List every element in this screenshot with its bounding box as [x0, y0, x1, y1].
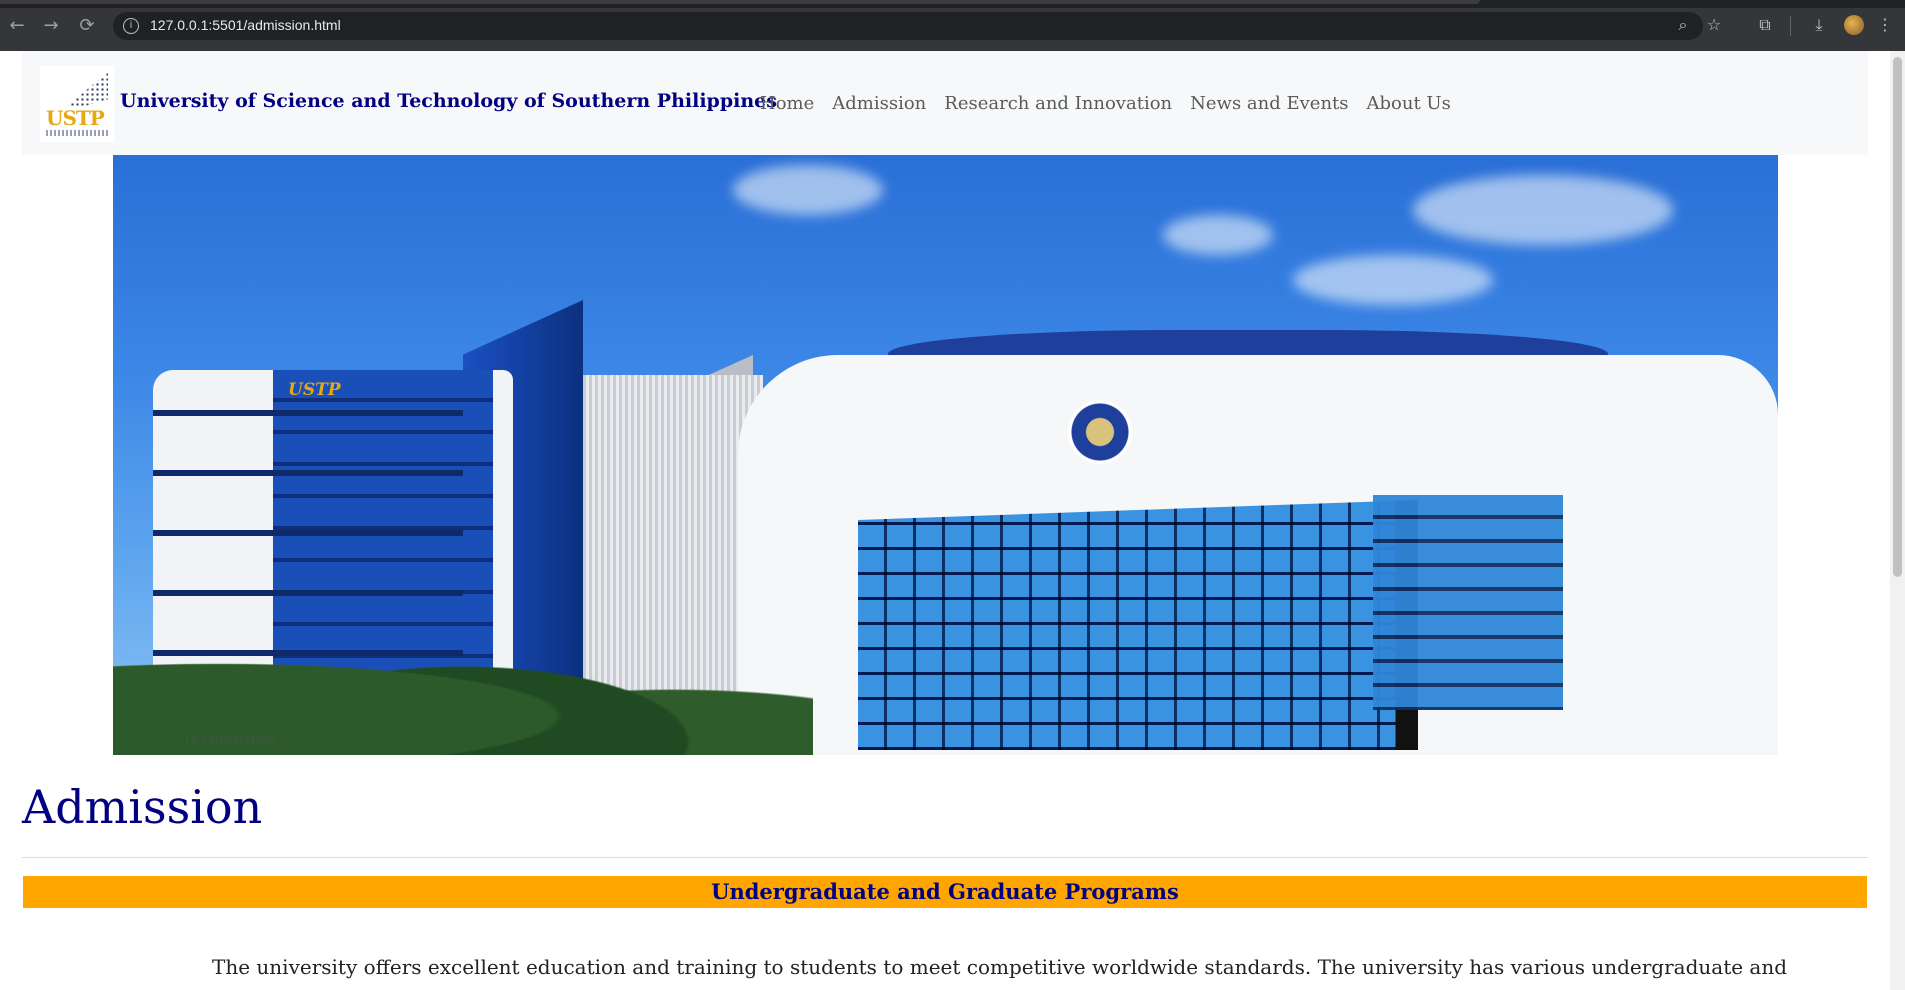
nav-link-home[interactable]: Home: [760, 93, 814, 114]
nav-link-research[interactable]: Research and Innovation: [944, 93, 1172, 114]
bookmark-star-icon[interactable]: ☆: [1703, 14, 1725, 36]
cloud: [733, 165, 883, 215]
forward-icon[interactable]: →: [38, 13, 64, 39]
floor-stripe: [153, 410, 463, 416]
floor-stripe: [153, 590, 463, 596]
download-icon[interactable]: ⤓: [1808, 14, 1830, 36]
photo-watermark: (c) mabzicle: [185, 730, 278, 748]
nav-link-news[interactable]: News and Events: [1190, 93, 1348, 114]
glass-facade: [858, 500, 1418, 750]
site-info-icon[interactable]: i: [123, 18, 139, 34]
tab-strip: [0, 0, 1905, 8]
floor-stripe: [153, 530, 463, 536]
cloud: [1413, 175, 1673, 245]
page-title: Admission: [22, 780, 263, 834]
cloud: [1293, 255, 1493, 305]
title-divider: [22, 857, 1868, 858]
site-navbar: USTP University of Science and Technolog…: [22, 51, 1868, 155]
glass-windows: [1373, 495, 1563, 710]
extensions-icon[interactable]: ⧉: [1754, 14, 1776, 36]
nav-link-admission[interactable]: Admission: [832, 93, 926, 114]
main-nav: Home Admission Research and Innovation N…: [760, 93, 1469, 114]
nav-link-about[interactable]: About Us: [1367, 93, 1451, 114]
cloud: [1163, 215, 1273, 255]
active-tab-edge: [0, 0, 1480, 4]
reload-icon[interactable]: ⟳: [74, 13, 100, 39]
university-seal: [1068, 400, 1132, 464]
zoom-icon[interactable]: ⌕: [1672, 14, 1694, 36]
building-sign: USTP: [288, 380, 341, 400]
page-scrollbar[interactable]: [1890, 51, 1905, 990]
back-icon[interactable]: ←: [4, 13, 30, 39]
ustp-logo[interactable]: USTP: [40, 66, 114, 142]
campus-hero-image: USTP (c) mabzicle: [113, 155, 1778, 755]
toolbar-divider: [1790, 16, 1791, 36]
browser-menu-icon[interactable]: ⋮: [1876, 14, 1894, 36]
scrollbar-thumb[interactable]: [1893, 57, 1902, 577]
programs-heading-bar: Undergraduate and Graduate Programs: [23, 876, 1867, 908]
programs-heading: Undergraduate and Graduate Programs: [711, 879, 1179, 904]
intro-paragraph: The university offers excellent educatio…: [212, 955, 1788, 979]
url-text[interactable]: 127.0.0.1:5501/admission.html: [150, 17, 341, 33]
floor-stripe: [153, 470, 463, 476]
logo-subtext: [46, 130, 108, 136]
browser-toolbar: ← → ⟳ i 127.0.0.1:5501/admission.html ⌕ …: [0, 0, 1905, 51]
site-brand-name[interactable]: University of Science and Technology of …: [120, 90, 777, 112]
logo-dot-pattern: [67, 72, 108, 106]
logo-wordmark: USTP: [46, 106, 105, 130]
address-bar[interactable]: i 127.0.0.1:5501/admission.html: [113, 12, 1703, 40]
profile-avatar-icon[interactable]: [1844, 15, 1864, 35]
